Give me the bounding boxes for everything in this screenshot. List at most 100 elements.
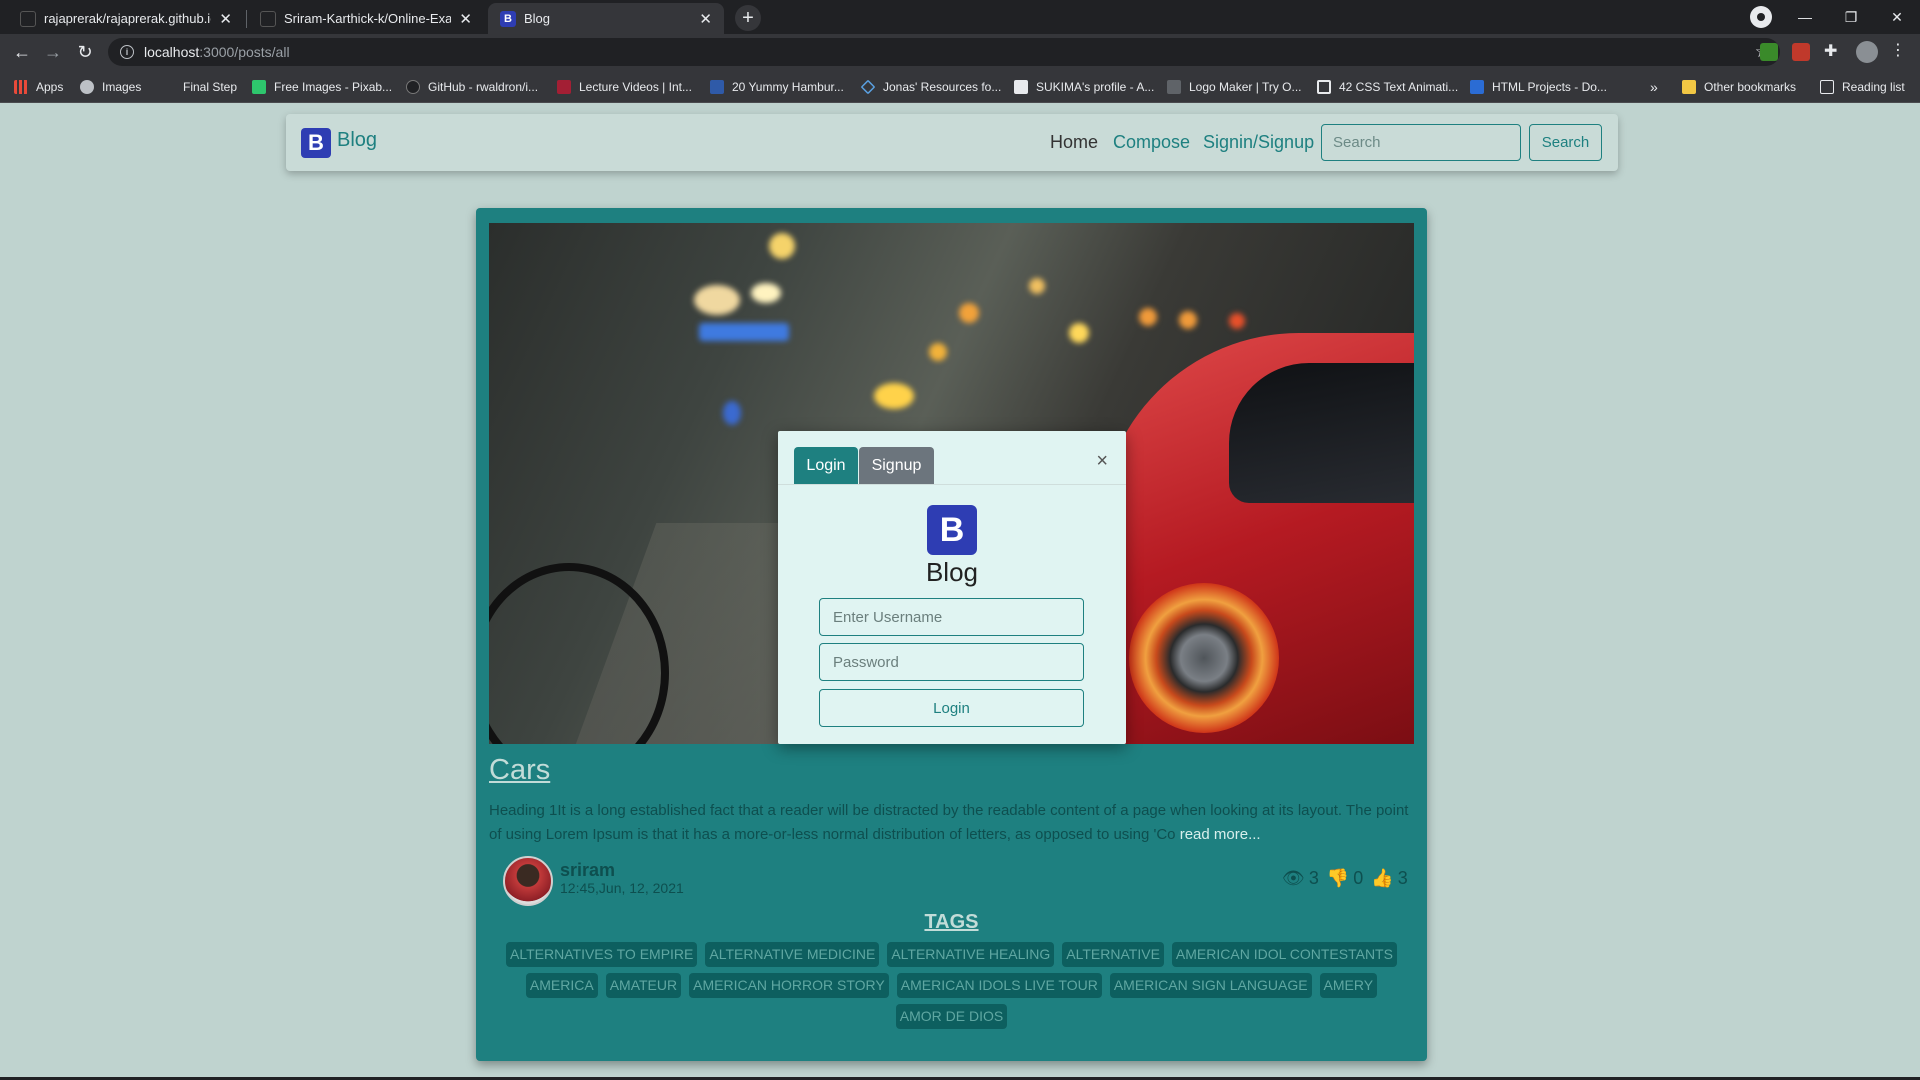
bookmark-sukima[interactable]: SUKIMA's profile - A... [1014, 70, 1154, 103]
views-count: 3 [1308, 868, 1319, 888]
post-stats: 👁 3 👎 0 👍 3 [1276, 868, 1408, 889]
browser-tab-2[interactable]: Sriram-Karthick-k/Online-Exam ✕ [248, 3, 484, 34]
bookmark-final-step[interactable]: Final Step [183, 70, 237, 103]
tag-chip[interactable]: AMERICAN IDOLS LIVE TOUR [896, 973, 1102, 998]
close-tab-icon[interactable]: ✕ [459, 10, 472, 28]
modal-tab-signup[interactable]: Signup [859, 447, 934, 484]
modal-tab-divider [778, 484, 1126, 485]
url-text: localhost:3000/posts/all [144, 44, 290, 60]
menu-kebab-icon[interactable]: ⋮ [1890, 40, 1908, 59]
browser-tab-blog[interactable]: B Blog ✕ [488, 3, 724, 34]
car-window-shape [1229, 363, 1414, 503]
modal-logo: B [927, 505, 977, 555]
forward-arrow-icon[interactable]: → [41, 40, 65, 64]
author-name[interactable]: sriram [560, 860, 615, 881]
browser-tab-1[interactable]: rajaprerak/rajaprerak.github.io: P ✕ [8, 3, 244, 34]
tag-chip[interactable]: AMERICA [525, 973, 598, 998]
images-globe-icon [80, 79, 94, 94]
extensions-puzzle-icon[interactable]: ✚ [1824, 41, 1842, 60]
nav-compose-link[interactable]: Compose [1113, 132, 1190, 153]
likes-count: 3 [1397, 868, 1408, 888]
bookmark-css-animations[interactable]: 42 CSS Text Animati... [1317, 70, 1458, 103]
tags-list: ALTERNATIVES TO EMPIRE ALTERNATIVE MEDIC… [491, 942, 1412, 1029]
post-excerpt: Heading 1It is a long established fact t… [489, 799, 1419, 847]
thumbs-down-icon[interactable]: 👎 [1327, 868, 1349, 889]
password-field[interactable] [819, 643, 1084, 681]
bokeh-light [1069, 323, 1089, 343]
bokeh-light [959, 303, 979, 323]
bokeh-light [929, 343, 947, 361]
apps-grid-icon [14, 79, 28, 94]
minimize-icon[interactable]: — [1782, 0, 1828, 34]
login-submit-button[interactable]: Login [819, 689, 1084, 727]
bookmark-reading-list[interactable]: Reading list [1820, 70, 1905, 103]
author-avatar[interactable] [503, 856, 553, 906]
bokeh-light [1179, 311, 1197, 329]
bookmark-lecture-videos[interactable]: Lecture Videos | Int... [557, 70, 692, 103]
account-avatar-icon[interactable] [1856, 41, 1878, 63]
bookmark-apps[interactable]: Apps [14, 70, 63, 103]
nav-signin-link[interactable]: Signin/Signup [1203, 132, 1314, 153]
tag-chip[interactable]: AMERICAN SIGN LANGUAGE [1109, 973, 1312, 998]
bookmark-images[interactable]: Images [80, 70, 141, 103]
pixabay-icon [252, 79, 266, 94]
modal-brand: Blog [925, 557, 979, 587]
bookmark-hamburgers[interactable]: 20 Yummy Hambur... [710, 70, 844, 103]
tag-chip[interactable]: ALTERNATIVES TO EMPIRE [506, 942, 698, 967]
url-host: localhost [144, 44, 200, 60]
restore-icon[interactable]: ❐ [1828, 0, 1874, 34]
login-modal: Login Signup × B Blog Login [778, 431, 1126, 744]
tag-chip[interactable]: AMERICAN IDOL CONTESTANTS [1171, 942, 1397, 967]
bookmarks-bar: Apps Images Final Step Free Images - Pix… [0, 70, 1920, 103]
html-projects-icon [1470, 79, 1484, 94]
new-tab-button[interactable]: + [735, 5, 761, 31]
bookmark-logo-maker[interactable]: Logo Maker | Try O... [1167, 70, 1302, 103]
dislikes-count: 0 [1353, 868, 1364, 888]
tag-chip[interactable]: AMATEUR [605, 973, 682, 998]
extension-red-icon[interactable] [1792, 43, 1810, 61]
tag-chip[interactable]: AMERY [1319, 973, 1378, 998]
post-title[interactable]: Cars [489, 754, 550, 787]
search-button[interactable]: Search [1529, 124, 1602, 161]
close-tab-icon[interactable]: ✕ [219, 10, 232, 28]
modal-tab-login[interactable]: Login [794, 447, 858, 484]
reload-icon[interactable]: ↻ [73, 40, 97, 64]
close-tab-icon[interactable]: ✕ [699, 10, 712, 28]
tags-heading: TAGS [924, 911, 979, 933]
read-more-link[interactable]: read more... [1180, 826, 1261, 843]
close-icon[interactable]: × [1096, 450, 1108, 473]
bookmark-github[interactable]: GitHub - rwaldron/i... [406, 70, 538, 103]
tag-chip[interactable]: AMERICAN HORROR STORY [689, 973, 889, 998]
bookmark-jonas[interactable]: Jonas' Resources fo... [860, 70, 1001, 103]
car-taillight-shape [1129, 583, 1279, 733]
bookmark-html-projects[interactable]: HTML Projects - Do... [1470, 70, 1607, 103]
bookmark-other[interactable]: Other bookmarks [1682, 70, 1796, 103]
username-field[interactable] [819, 598, 1084, 636]
brand-name[interactable]: Blog [337, 129, 377, 152]
site-navbar: B Blog Home Compose Signin/Signup Search [286, 114, 1618, 171]
extension-tree-icon[interactable] [1760, 43, 1778, 61]
bookmark-pixabay[interactable]: Free Images - Pixab... [252, 70, 392, 103]
info-icon[interactable]: i [120, 45, 134, 59]
blog-favicon-icon: B [500, 10, 516, 27]
post-date: 12:45,Jun, 12, 2021 [560, 880, 684, 896]
bokeh-light [723, 401, 741, 425]
address-bar[interactable]: i localhost:3000/posts/all ☆ [108, 38, 1780, 66]
jonas-diamond-icon [860, 79, 876, 94]
profile-icon[interactable] [1750, 6, 1772, 28]
bookmarks-overflow-button[interactable]: » [1650, 70, 1658, 103]
views-eye-icon: 👁 [1282, 868, 1305, 888]
window-close-icon[interactable]: ✕ [1874, 0, 1920, 34]
back-arrow-icon[interactable]: ← [10, 40, 34, 64]
tag-chip[interactable]: ALTERNATIVE HEALING [887, 942, 1055, 967]
search-input[interactable] [1321, 124, 1521, 161]
h-logo-icon [710, 79, 724, 94]
folder-icon [1682, 79, 1696, 94]
thumbs-up-icon[interactable]: 👍 [1371, 868, 1393, 889]
brand-logo[interactable]: B [301, 128, 331, 158]
tag-chip[interactable]: ALTERNATIVE [1062, 942, 1164, 967]
nav-home-link[interactable]: Home [1050, 132, 1098, 153]
tag-chip[interactable]: AMOR DE DIOS [895, 1004, 1008, 1029]
tag-chip[interactable]: ALTERNATIVE MEDICINE [705, 942, 880, 967]
github-icon [406, 79, 420, 94]
